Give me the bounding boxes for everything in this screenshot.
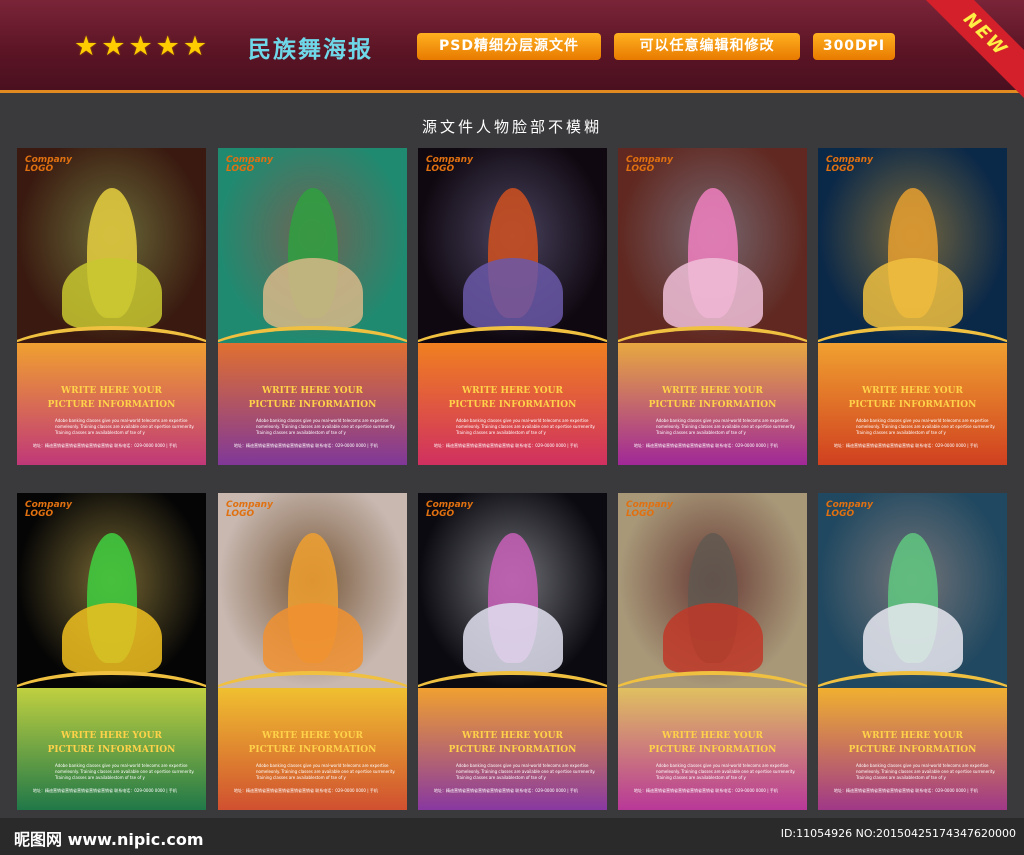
badge-dpi: 300DPI (813, 33, 895, 60)
badge-psd: PSD精细分层源文件 (417, 33, 601, 60)
poster-curve (17, 671, 206, 735)
badge-editable: 可以任意编辑和修改 (614, 33, 800, 60)
poster-curve (618, 671, 807, 735)
poster: Company LOGO WRITE HERE YOUR PICTURE INFORM… (17, 148, 206, 465)
star-icon: ★ (74, 31, 99, 62)
poster-title-1: WRITE HERE YOUR (862, 386, 963, 396)
company-logo: Company LOGO (426, 155, 473, 174)
poster-blurb: Adobe banking classes give you real-worl… (256, 763, 396, 780)
company-logo: Company LOGO (626, 500, 673, 519)
poster-curve (418, 671, 607, 735)
poster-blurb: Adobe banking classes give you real-worl… (456, 418, 596, 435)
page-title: 民族舞海报 (248, 37, 373, 63)
dancer-costume (463, 258, 563, 328)
poster-blurb: Adobe banking classes give you real-worl… (456, 763, 596, 780)
company-logo: Company LOGO (226, 155, 273, 174)
poster-title-1: WRITE HERE YOUR (662, 731, 763, 741)
subtitle: 源文件人物脸部不模糊 (421, 118, 602, 136)
poster-title-1: WRITE HERE YOUR (61, 386, 162, 396)
poster-blurb: Adobe banking classes give you real-worl… (656, 763, 796, 780)
dancer-costume (863, 258, 963, 328)
poster: Company LOGO WRITE HERE YOUR PICTURE INFORM… (818, 148, 1007, 465)
image-id: ID:11054926 NO:20150425174347620000 (780, 827, 1016, 840)
dancer-costume (663, 603, 763, 673)
poster: Company LOGO WRITE HERE YOUR PICTURE INFORM… (418, 493, 607, 810)
star-icon: ★ (182, 31, 208, 62)
poster: Company LOGO WRITE HERE YOUR PICTURE INFORM… (17, 493, 206, 810)
poster-contact: 地址：精迪营销省营销省营销省营销省营销省 联系电话：029-0000 0000 … (634, 443, 778, 448)
dancer-costume (62, 603, 162, 673)
poster: Company LOGO WRITE HERE YOUR PICTURE INFORM… (218, 493, 407, 810)
company-logo: Company LOGO (626, 155, 673, 174)
rating-stars: ★ ★ ★ ★ ★ (74, 33, 207, 60)
poster-curve (218, 326, 407, 390)
poster: Company LOGO WRITE HERE YOUR PICTURE INFORM… (818, 493, 1007, 810)
poster-blurb: Adobe banking classes give you real-worl… (55, 763, 195, 780)
company-logo: Company LOGO (25, 500, 72, 519)
dancer-costume (463, 603, 563, 673)
poster-curve (618, 326, 807, 390)
poster-contact: 地址：精迪营销省营销省营销省营销省营销省 联系电话：029-0000 0000 … (634, 788, 778, 793)
site-watermark: 昵图网 www.nipic.com (14, 830, 204, 849)
poster-contact: 地址：精迪营销省营销省营销省营销省营销省 联系电话：029-0000 0000 … (234, 443, 378, 448)
dancer-costume (263, 603, 363, 673)
poster: Company LOGO WRITE HERE YOUR PICTURE INFORM… (218, 148, 407, 465)
poster-title-2: PICTURE INFORMATION (248, 400, 377, 410)
poster-curve (218, 671, 407, 735)
poster-blurb: Adobe banking classes give you real-worl… (856, 763, 996, 780)
poster-title-2: PICTURE INFORMATION (47, 745, 176, 755)
poster-title-2: PICTURE INFORMATION (848, 400, 977, 410)
poster-curve (818, 671, 1007, 735)
header-divider (0, 90, 1024, 93)
dancer-costume (863, 603, 963, 673)
poster-title-1: WRITE HERE YOUR (262, 731, 363, 741)
poster-contact: 地址：精迪营销省营销省营销省营销省营销省 联系电话：029-0000 0000 … (33, 443, 177, 448)
dancer-costume (663, 258, 763, 328)
poster-blurb: Adobe banking classes give you real-worl… (55, 418, 195, 435)
company-logo: Company LOGO (25, 155, 72, 174)
company-logo: Company LOGO (426, 500, 473, 519)
company-logo: Company LOGO (226, 500, 273, 519)
poster-title-2: PICTURE INFORMATION (47, 400, 176, 410)
poster-curve (17, 326, 206, 390)
poster-title-2: PICTURE INFORMATION (648, 400, 777, 410)
poster-blurb: Adobe banking classes give you real-worl… (256, 418, 396, 435)
poster: Company LOGO WRITE HERE YOUR PICTURE INFORM… (618, 148, 807, 465)
poster-contact: 地址：精迪营销省营销省营销省营销省营销省 联系电话：029-0000 0000 … (434, 788, 578, 793)
poster-blurb: Adobe banking classes give you real-worl… (856, 418, 996, 435)
poster-contact: 地址：精迪营销省营销省营销省营销省营销省 联系电话：029-0000 0000 … (33, 788, 177, 793)
poster-contact: 地址：精迪营销省营销省营销省营销省营销省 联系电话：029-0000 0000 … (834, 788, 978, 793)
poster-contact: 地址：精迪营销省营销省营销省营销省营销省 联系电话：029-0000 0000 … (234, 788, 378, 793)
poster-title-1: WRITE HERE YOUR (262, 386, 363, 396)
star-icon: ★ (155, 31, 180, 62)
company-logo: Company LOGO (826, 155, 873, 174)
poster-title-1: WRITE HERE YOUR (462, 731, 563, 741)
poster-title-1: WRITE HERE YOUR (862, 731, 963, 741)
poster-title-2: PICTURE INFORMATION (448, 400, 577, 410)
star-icon: ★ (101, 31, 126, 62)
poster-contact: 地址：精迪营销省营销省营销省营销省营销省 联系电话：029-0000 0000 … (434, 443, 578, 448)
dancer-costume (62, 258, 162, 328)
poster-title-2: PICTURE INFORMATION (648, 745, 777, 755)
poster: Company LOGO WRITE HERE YOUR PICTURE INFORM… (618, 493, 807, 810)
dancer-costume (263, 258, 363, 328)
poster-title-1: WRITE HERE YOUR (462, 386, 563, 396)
poster-title-1: WRITE HERE YOUR (662, 386, 763, 396)
poster-title-1: WRITE HERE YOUR (61, 731, 162, 741)
poster-contact: 地址：精迪营销省营销省营销省营销省营销省 联系电话：029-0000 0000 … (834, 443, 978, 448)
poster: Company LOGO WRITE HERE YOUR PICTURE INFORM… (418, 148, 607, 465)
poster-title-2: PICTURE INFORMATION (448, 745, 577, 755)
poster-title-2: PICTURE INFORMATION (848, 745, 977, 755)
poster-curve (818, 326, 1007, 390)
company-logo: Company LOGO (826, 500, 873, 519)
poster-curve (418, 326, 607, 390)
poster-blurb: Adobe banking classes give you real-worl… (656, 418, 796, 435)
star-icon: ★ (128, 31, 153, 62)
poster-title-2: PICTURE INFORMATION (248, 745, 377, 755)
